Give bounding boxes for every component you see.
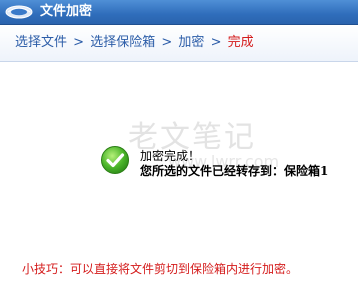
success-check-icon [101, 146, 129, 174]
window-titlebar: 文件加密 [0, 0, 358, 25]
result-title: 加密完成！ [140, 149, 201, 163]
tip-text: 小技巧：可以直接将文件剪切到保险箱内进行加密。 [22, 262, 299, 276]
step-separator: > [161, 35, 173, 50]
step-select-vault: 选择保险箱 [90, 35, 156, 50]
app-logo-icon [5, 5, 33, 19]
step-encrypt: 加密 [178, 35, 205, 50]
step-select-file: 选择文件 [15, 35, 68, 50]
step-breadcrumb: 选择文件 > 选择保险箱 > 加密 > 完成 [0, 25, 358, 62]
step-separator: > [73, 35, 85, 50]
result-detail: 您所选的文件已经转存到：保险箱1 [140, 164, 329, 178]
window-title: 文件加密 [40, 4, 93, 19]
step-complete: 完成 [227, 35, 254, 50]
step-separator: > [210, 35, 222, 50]
